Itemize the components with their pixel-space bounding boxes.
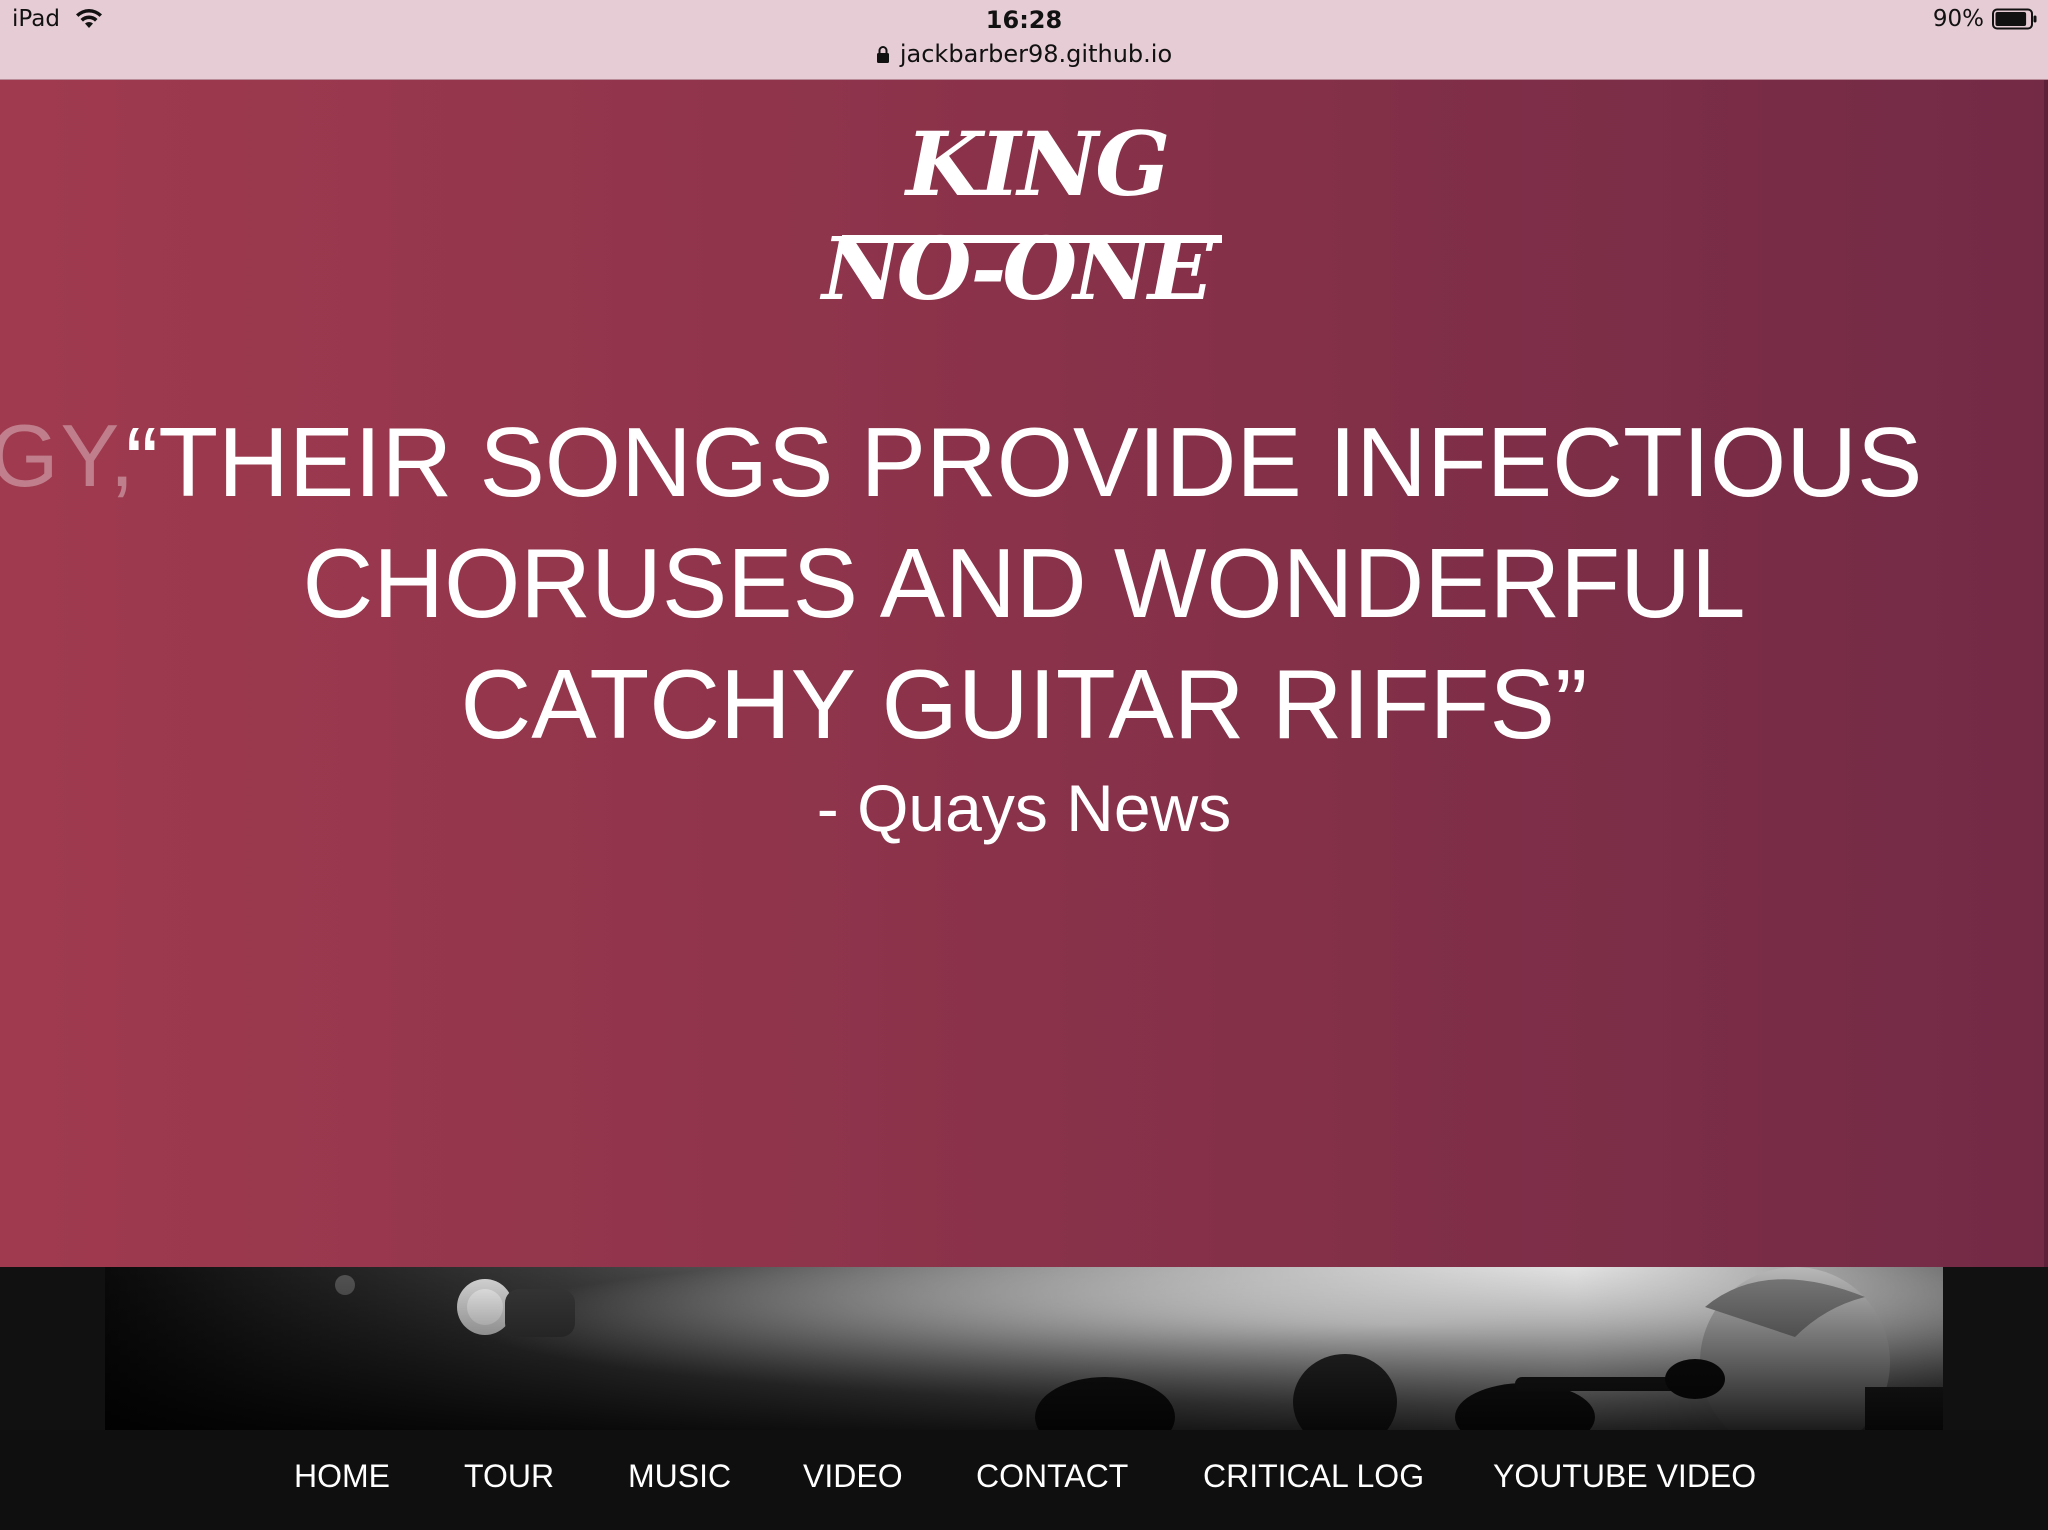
quote-line: CHORUSES AND WONDERFUL [302, 528, 1746, 638]
hero-section: KING NO-ONE GY, “THEIR SONGS PROVIDE INF… [0, 80, 2048, 1267]
nav-music[interactable]: MUSIC [628, 1458, 731, 1495]
screen: iPad 16:28 jackbarber98.github.io 90% KI… [0, 0, 2048, 1530]
clock: 16:28 [985, 6, 1063, 34]
main-nav: HOME TOUR MUSIC VIDEO CONTACT CRITICAL L… [0, 1430, 2048, 1530]
quote-line: “THEIR SONGS PROVIDE INFECTIOUS [125, 407, 1923, 517]
status-bar: iPad 16:28 jackbarber98.github.io 90% [0, 0, 2048, 80]
nav-tour[interactable]: TOUR [464, 1458, 554, 1495]
previous-slide-text: GY, [0, 406, 137, 505]
quote-source: - Quays News [816, 771, 1232, 845]
band-photo-strip [0, 1267, 2048, 1430]
nav-contact[interactable]: CONTACT [976, 1458, 1128, 1495]
url-text: jackbarber98.github.io [899, 40, 1173, 68]
scroll-edge [2044, 80, 2048, 1267]
nav-youtube-video[interactable]: YOUTUBE VIDEO [1493, 1458, 1756, 1495]
battery-indicator: 90% [1933, 6, 2038, 32]
band-logo[interactable]: KING NO-ONE [822, 112, 1224, 318]
battery-fill [1995, 12, 2027, 26]
press-quote: “THEIR SONGS PROVIDE INFECTIOUS CHORUSES… [120, 402, 1928, 765]
battery-percent: 90% [1932, 6, 1984, 32]
lock-icon [876, 45, 889, 63]
logo-line-king: KING [906, 112, 1170, 216]
nav-critical-log[interactable]: CRITICAL LOG [1203, 1458, 1424, 1495]
quote-line: CATCHY GUITAR RIFFS” [460, 649, 1588, 759]
nav-home[interactable]: HOME [294, 1458, 390, 1495]
logo-line-no-one: NO-ONE [822, 219, 1213, 320]
band-photo [105, 1267, 1943, 1430]
battery-icon [1992, 8, 2037, 30]
nav-video[interactable]: VIDEO [803, 1458, 903, 1495]
address-bar[interactable]: jackbarber98.github.io [0, 40, 2048, 68]
